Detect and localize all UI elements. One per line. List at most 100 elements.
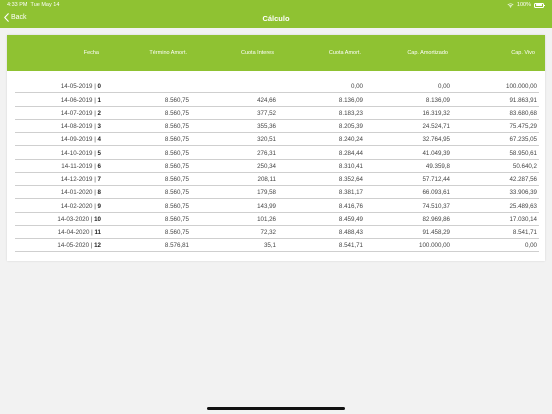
cell-cap-amortizado: 57.712,44 <box>422 176 450 184</box>
cell-fecha: 14-04-2020 | 11 <box>58 229 101 236</box>
cell-fecha: 14-05-2020 | 12 <box>57 242 101 249</box>
cell-termino-amort: 8.560,75 <box>164 162 189 170</box>
cell-fecha-number: 3 <box>97 123 101 131</box>
cell-cuota-interes: 377,52 <box>257 109 276 117</box>
cell-fecha-date: 14-05-2020 | <box>57 242 93 250</box>
cell-cap-amortizado: 24.524,71 <box>422 123 450 131</box>
cell-cap-vivo: 67.235,05 <box>509 136 537 144</box>
cell-cap-vivo: 83.680,68 <box>509 109 537 117</box>
cell-termino-amort: 8.560,75 <box>164 136 189 144</box>
header-cuota-amort: Cuota Amort. <box>328 50 361 56</box>
cell-fecha: 14-07-2019 | 2 <box>61 110 101 117</box>
cell-cuota-interes: 101,26 <box>257 215 276 223</box>
cell-cuota-amort: 8.240,24 <box>338 136 363 144</box>
cell-fecha: 14-05-2019 | 0 <box>61 83 101 90</box>
battery-icon <box>534 2 545 8</box>
cell-cap-vivo: 58.950,61 <box>509 149 537 157</box>
cell-fecha-number: 11 <box>94 229 101 237</box>
cell-cap-vivo: 17.030,14 <box>509 215 537 223</box>
cell-fecha-number: 4 <box>97 136 101 144</box>
cell-cuota-amort: 8.310,41 <box>338 162 363 170</box>
cell-fecha-number: 12 <box>94 242 101 250</box>
cell-cuota-interes: 424,66 <box>257 96 276 104</box>
cell-cuota-amort: 8.183,23 <box>338 109 363 117</box>
cell-cuota-amort: 8.205,39 <box>338 123 363 131</box>
cell-fecha-number: 10 <box>94 215 101 223</box>
cell-fecha-date: 14-09-2019 | <box>60 136 96 144</box>
cell-cap-amortizado: 66.093,61 <box>422 189 450 197</box>
cell-fecha: 14-11-2019 | 6 <box>61 163 101 170</box>
table-row: 14-02-2020 | 9 8.560,75 143,99 8.416,76 74.5… <box>15 199 539 213</box>
cell-cuota-amort: 8.136,09 <box>338 96 363 104</box>
cell-fecha-date: 14-11-2019 | <box>61 162 96 170</box>
table-row: 14-01-2020 | 8 8.560,75 179,58 8.381,17 66.0… <box>15 186 539 200</box>
cell-termino-amort: 8.560,75 <box>164 96 189 104</box>
status-date: Tue May 14 <box>30 2 60 8</box>
header-cap-vivo: Cap. Vivo <box>511 50 535 56</box>
cell-fecha-date: 14-08-2019 | <box>60 123 96 131</box>
cell-termino-amort: 8.560,75 <box>164 123 189 131</box>
table-body: 14-05-2019 | 0 0,00 0,00 100.000,00 14-06-20… <box>15 80 539 253</box>
cell-fecha-date: 14-10-2019 | <box>60 149 96 157</box>
status-bar: 4:33 PM Tue May 14 100% <box>0 0 552 10</box>
cell-cuota-interes: 208,11 <box>257 176 276 184</box>
cell-fecha-number: 7 <box>97 176 101 184</box>
amortization-table-card: Fecha Término Amort. Cuota Interes Cuota… <box>7 35 545 261</box>
table-row: 14-07-2019 | 2 8.560,75 377,52 8.183,23 16.3… <box>15 107 539 120</box>
cell-cap-amortizado: 82.969,86 <box>422 215 450 223</box>
table-row: 14-12-2019 | 7 8.560,75 208,11 8.352,64 57.7… <box>15 173 539 186</box>
cell-termino-amort: 8.560,75 <box>164 109 189 117</box>
table-header: Fecha Término Amort. Cuota Interes Cuota… <box>7 35 545 71</box>
cell-cap-amortizado: 16.319,32 <box>422 109 450 117</box>
cell-fecha-date: 14-06-2019 | <box>60 96 96 104</box>
cell-termino-amort: 8.560,75 <box>164 215 189 223</box>
cell-cap-amortizado: 49.359,8 <box>425 162 450 170</box>
cell-cuota-interes: 276,31 <box>257 149 276 157</box>
status-time: 4:33 PM <box>7 2 28 8</box>
cell-cuota-interes: 320,51 <box>257 136 276 144</box>
cell-fecha-date: 14-03-2020 | <box>57 215 93 223</box>
cell-termino-amort: 8.576,81 <box>164 242 189 250</box>
cell-cuota-interes: 179,58 <box>257 189 276 197</box>
cell-cap-vivo: 33.906,39 <box>509 189 537 197</box>
cell-cap-vivo: 42.287,56 <box>509 176 537 184</box>
cell-cap-amortizado: 91.458,29 <box>422 229 450 237</box>
cell-termino-amort: 8.560,75 <box>164 176 189 184</box>
cell-cap-vivo: 75.475,29 <box>509 123 537 131</box>
cell-cap-amortizado: 8.136,09 <box>425 96 450 104</box>
table-row: 14-04-2020 | 11 8.560,75 72,32 8.488,43 91.4… <box>15 226 539 239</box>
cell-cuota-interes: 250,34 <box>257 162 276 170</box>
cell-cap-amortizado: 100.000,00 <box>419 242 450 250</box>
cell-fecha-date: 14-07-2019 | <box>60 109 96 117</box>
cell-fecha-number: 8 <box>97 189 101 197</box>
cell-fecha-number: 9 <box>97 202 101 210</box>
status-right: 100% <box>507 2 545 8</box>
cell-cuota-amort: 8.459,49 <box>338 215 363 223</box>
cell-cap-vivo: 100.000,00 <box>506 83 537 91</box>
header-termino-amort: Término Amort. <box>149 50 187 56</box>
cell-cuota-interes: 143,99 <box>257 202 276 210</box>
header-cap-amortizado: Cap. Amortizado <box>407 50 448 56</box>
cell-fecha-date: 14-05-2019 | <box>60 83 96 91</box>
cell-fecha: 14-08-2019 | 3 <box>61 123 101 130</box>
cell-cap-amortizado: 74.510,37 <box>422 202 450 210</box>
cell-cuota-amort: 8.284,44 <box>338 149 363 157</box>
cell-fecha-date: 14-01-2020 | <box>60 189 96 197</box>
page-title: Cálculo <box>262 14 290 23</box>
cell-cap-vivo: 91.863,91 <box>509 96 537 104</box>
cell-cap-vivo: 50.640,2 <box>512 162 537 170</box>
cell-fecha: 14-06-2019 | 1 <box>61 97 101 104</box>
cell-fecha-number: 5 <box>97 149 101 157</box>
table-row: 14-10-2019 | 5 8.560,75 276,31 8.284,44 41.0… <box>15 146 539 160</box>
cell-fecha: 14-01-2020 | 8 <box>61 189 101 196</box>
cell-fecha-date: 14-04-2020 | <box>57 229 93 237</box>
cell-cap-amortizado: 0,00 <box>437 83 450 91</box>
battery-level <box>535 4 543 6</box>
home-indicator[interactable] <box>207 407 345 410</box>
cell-cuota-amort: 8.416,76 <box>338 202 363 210</box>
cell-cap-amortizado: 41.049,39 <box>422 149 450 157</box>
table-row: 14-06-2019 | 1 8.560,75 424,66 8.136,09 8.13… <box>15 93 539 107</box>
navigation-bar: Back Cálculo <box>0 10 552 28</box>
table-row: 14-05-2020 | 12 8.576,81 35,1 8.541,71 100.0… <box>15 239 539 253</box>
cell-cuota-amort: 8.381,17 <box>338 189 363 197</box>
